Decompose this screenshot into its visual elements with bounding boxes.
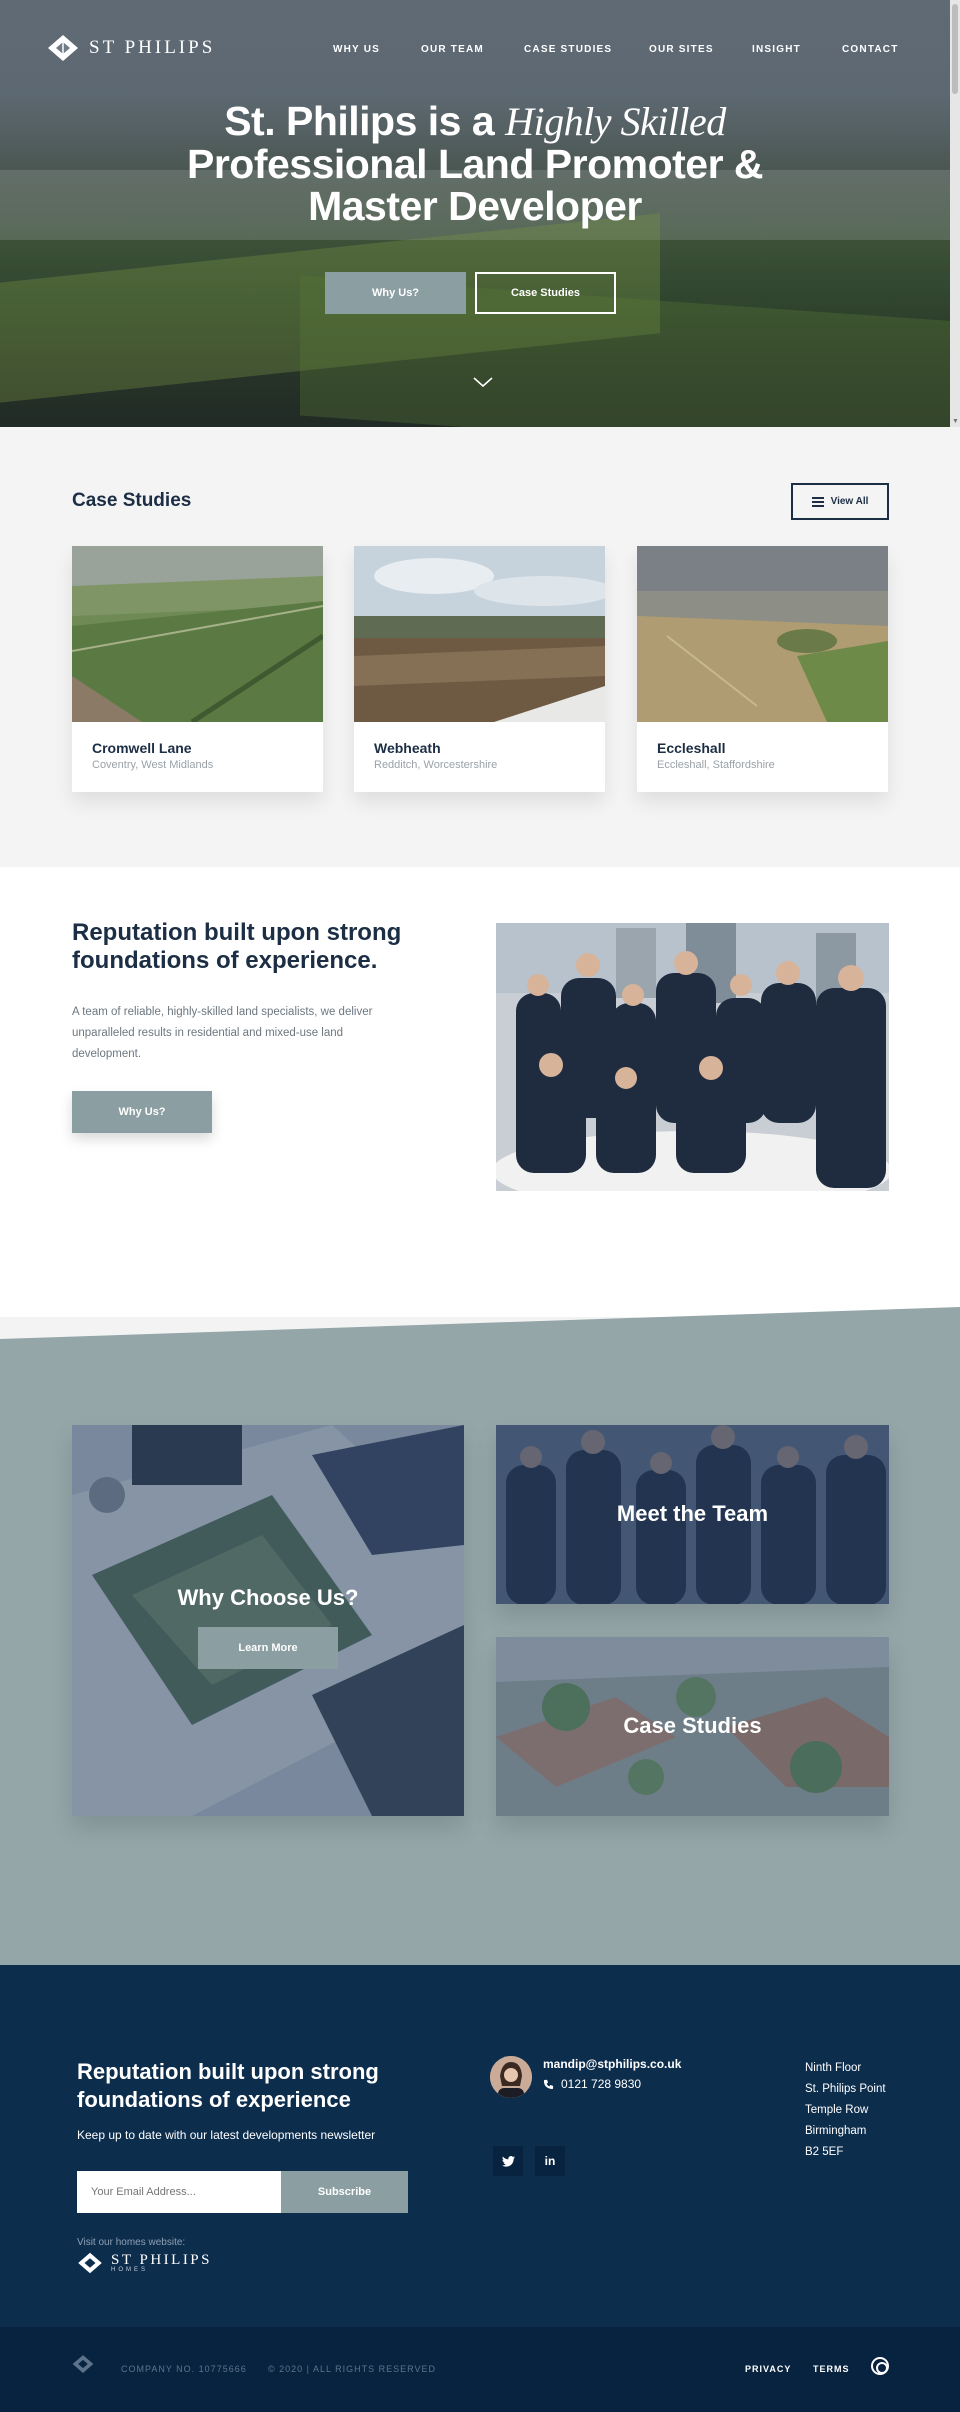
chevron-down-icon[interactable]: [472, 374, 494, 390]
contact-phone[interactable]: 0121 728 9830: [543, 2077, 641, 2091]
why-choose-us-tile[interactable]: Why Choose Us? Learn More: [72, 1425, 464, 1816]
hero-title: St. Philips is a Highly Skilled Professi…: [0, 100, 950, 227]
hero-title-part: St. Philips is a: [224, 98, 506, 144]
case-study-name: Cromwell Lane: [92, 740, 192, 756]
hero-title-line: Professional Land Promoter &: [186, 141, 764, 187]
logo-text: ST PHILIPS: [89, 37, 216, 58]
reputation-section: Reputation built upon strong foundations…: [0, 867, 960, 1317]
nav-why-us[interactable]: WHY US: [333, 44, 380, 55]
company-number: COMPANY NO. 10775666: [121, 2364, 247, 2374]
case-study-location: Coventry, West Midlands: [92, 759, 214, 771]
nav-contact[interactable]: CONTACT: [842, 44, 899, 55]
avatar: [490, 2056, 532, 2098]
newsletter-email-input[interactable]: [77, 2171, 281, 2213]
reputation-body: A team of reliable, highly-skilled land …: [72, 1006, 373, 1060]
team-photo: [496, 923, 889, 1191]
contact-email[interactable]: mandip@stphilips.co.uk: [543, 2057, 681, 2071]
site-logo[interactable]: ST PHILIPS: [47, 34, 215, 62]
case-study-card[interactable]: Eccleshall Eccleshall, Staffordshire: [637, 546, 888, 792]
hero-section: ST PHILIPS WHY US OUR TEAM CASE STUDIES …: [0, 0, 960, 427]
case-studies-section: Case Studies View All Cromwell Lane Cove…: [0, 427, 960, 867]
nav-our-team[interactable]: OUR TEAM: [421, 44, 484, 55]
bottom-bar: COMPANY NO. 10775666 © 2020 | ALL RIGHTS…: [0, 2327, 960, 2412]
hero-title-italic: Highly Skilled: [505, 99, 726, 144]
case-study-name: Eccleshall: [657, 740, 726, 756]
menu-lines-icon: [811, 495, 824, 509]
homes-logo-text: ST PHILIPS: [111, 2252, 212, 2268]
address-line: Temple Row: [805, 2104, 869, 2116]
homes-logo[interactable]: ST PHILIPS HOMES: [77, 2252, 212, 2274]
nav-case-studies[interactable]: CASE STUDIES: [524, 44, 612, 55]
terms-link[interactable]: TERMS: [813, 2364, 850, 2374]
meet-the-team-title: Meet the Team: [616, 1501, 769, 1526]
scrollbar-thumb[interactable]: [952, 4, 958, 94]
privacy-link[interactable]: PRIVACY: [745, 2364, 791, 2374]
why-us-button[interactable]: Why Us?: [325, 272, 466, 314]
view-all-button[interactable]: View All: [791, 483, 889, 520]
address-line: B2 5EF: [805, 2146, 844, 2158]
subscribe-button[interactable]: Subscribe: [281, 2171, 408, 2213]
scrollbar[interactable]: ▼: [950, 0, 960, 427]
case-studies-title: Case Studies: [72, 490, 192, 511]
newsletter-subtext: Keep up to date with our latest developm…: [77, 2128, 376, 2142]
homes-logo-wordmark: ST PHILIPS HOMES: [111, 2252, 212, 2274]
agency-badge-icon[interactable]: [871, 2357, 889, 2375]
case-study-card[interactable]: Cromwell Lane Coventry, West Midlands: [71, 546, 325, 792]
address-line: Birmingham: [805, 2125, 867, 2137]
case-study-location: Eccleshall, Staffordshire: [657, 759, 775, 771]
copyright: © 2020 | ALL RIGHTS RESERVED: [268, 2364, 437, 2374]
meet-the-team-tile[interactable]: Meet the Team: [496, 1425, 889, 1604]
address-line: Ninth Floor: [805, 2062, 862, 2074]
homes-logo-mark-icon: [78, 2252, 102, 2274]
footer: Reputation built upon strong foundations…: [0, 1965, 960, 2327]
case-studies-button[interactable]: Case Studies: [475, 272, 616, 314]
logo-mark-icon: [47, 34, 79, 62]
case-study-image: [354, 546, 614, 722]
nav-insight[interactable]: INSIGHT: [752, 44, 801, 55]
case-study-name: Webheath: [374, 740, 441, 756]
why-us-button[interactable]: Why Us?: [72, 1091, 212, 1133]
linkedin-icon[interactable]: in: [535, 2146, 565, 2176]
footer-heading: Reputation built upon strong foundations…: [77, 2059, 379, 2112]
case-study-card[interactable]: Webheath Redditch, Worcestershire: [354, 546, 614, 792]
why-choose-us-title: Why Choose Us?: [177, 1585, 359, 1610]
footer-logo-mark-icon[interactable]: [72, 2354, 94, 2374]
learn-more-button[interactable]: Learn More: [198, 1627, 338, 1669]
address-line: St. Philips Point: [805, 2083, 886, 2095]
visit-homes-label: Visit our homes website:: [77, 2237, 186, 2248]
hero-title-line: Master Developer: [308, 183, 642, 229]
case-study-image: [71, 546, 325, 725]
case-studies-tile[interactable]: Case Studies: [496, 1637, 889, 1816]
phone-icon: [543, 2079, 554, 2089]
view-all-label: View All: [830, 496, 869, 507]
office-address: Ninth Floor St. Philips Point Temple Row…: [805, 2058, 886, 2163]
scroll-down-arrow-icon[interactable]: ▼: [952, 418, 959, 425]
tile-overlay: [72, 1425, 464, 1816]
reputation-heading: Reputation built upon strong foundations…: [72, 919, 402, 974]
footer-slant: [0, 1965, 960, 1966]
nav-our-sites[interactable]: OUR SITES: [649, 44, 714, 55]
contact-phone-number: 0121 728 9830: [561, 2077, 642, 2091]
case-studies-tile-title: Case Studies: [623, 1713, 762, 1738]
twitter-icon[interactable]: [493, 2146, 523, 2176]
case-study-location: Redditch, Worcestershire: [374, 759, 498, 771]
case-study-image: [637, 546, 888, 722]
